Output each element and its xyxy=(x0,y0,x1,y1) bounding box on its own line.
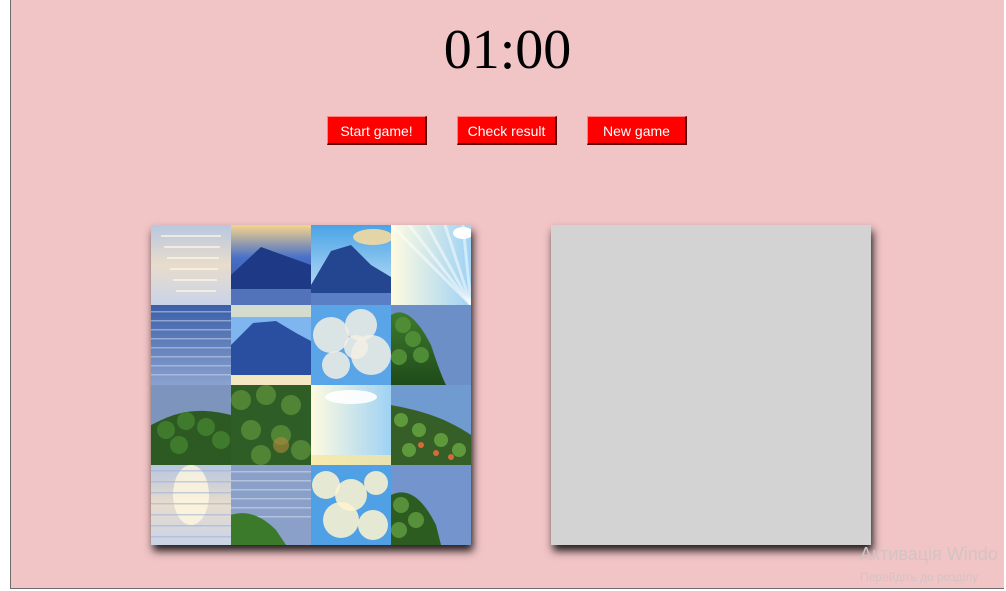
puzzle-board xyxy=(151,225,471,545)
timer: 01:00 xyxy=(443,19,572,81)
puzzle-tile-5[interactable] xyxy=(151,305,231,385)
puzzle-tile-3[interactable] xyxy=(311,225,393,305)
puzzle-tile-13[interactable] xyxy=(151,465,231,545)
puzzle-tile-9[interactable] xyxy=(151,385,231,465)
puzzle-tile-6[interactable] xyxy=(231,305,311,385)
new-game-button[interactable]: New game xyxy=(587,116,687,145)
puzzle-tile-14[interactable] xyxy=(231,465,311,545)
puzzle-tile-4[interactable] xyxy=(391,225,471,305)
puzzle-tile-16[interactable] xyxy=(391,465,471,545)
game-area: 01:00 Start game! Check result New game … xyxy=(10,0,1004,589)
puzzle-tile-2[interactable] xyxy=(231,225,311,305)
check-result-button[interactable]: Check result xyxy=(457,116,557,145)
puzzle-tile-7[interactable] xyxy=(311,305,391,385)
puzzle-tile-15[interactable] xyxy=(311,465,391,545)
puzzle-tile-8[interactable] xyxy=(391,305,471,385)
puzzle-tile-12[interactable] xyxy=(391,385,471,465)
puzzle-tiles-svg xyxy=(151,225,471,545)
windows-activation-watermark: Активація Windo xyxy=(860,544,998,564)
puzzle-tile-10[interactable] xyxy=(231,385,311,465)
target-board[interactable] xyxy=(551,225,871,545)
puzzle-tile-1[interactable] xyxy=(151,225,231,305)
start-game-button[interactable]: Start game! xyxy=(327,116,427,145)
windows-activation-hint: Перейдіть до розділу xyxy=(860,570,979,584)
puzzle-tile-11[interactable] xyxy=(311,385,391,465)
